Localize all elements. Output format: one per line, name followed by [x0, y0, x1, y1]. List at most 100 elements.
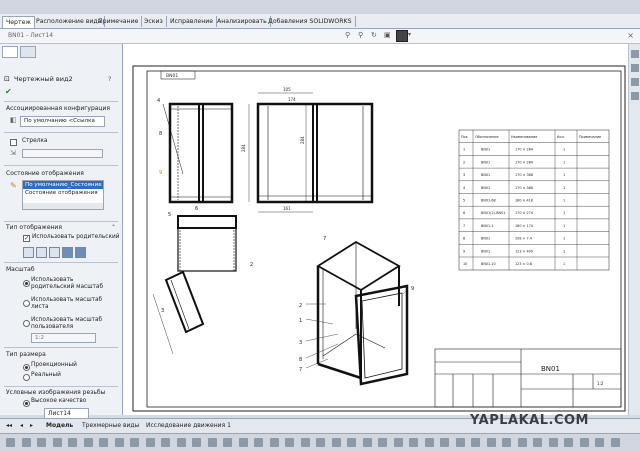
shaded-icon[interactable] [75, 247, 86, 258]
taskbar-app-icon[interactable] [207, 438, 217, 447]
feature-tree-tab-icon[interactable] [20, 46, 36, 58]
taskbar-app-icon[interactable] [378, 438, 387, 447]
display-state-item-default[interactable]: По умолчанию_Состояние [23, 181, 103, 189]
scale-parent-radio[interactable] [23, 280, 30, 287]
collapse-icon[interactable]: ⌃ [111, 224, 116, 231]
taskbar-app-icon[interactable] [409, 438, 418, 447]
close-icon[interactable]: × [627, 31, 634, 40]
dim-height-mid[interactable]: 284 [300, 136, 305, 144]
list-scrollbar[interactable] [23, 203, 103, 209]
taskbar-app-icon[interactable] [6, 438, 15, 447]
dim-height-left[interactable]: 284 [241, 144, 246, 152]
taskbar-app-icon[interactable] [471, 438, 480, 447]
thread-high-radio[interactable] [23, 400, 30, 407]
hidden-visible-icon[interactable] [36, 247, 47, 258]
taskbar-app-icon[interactable] [331, 438, 341, 447]
taskbar-app-icon[interactable] [192, 438, 201, 447]
scale-sheet-radio[interactable] [23, 300, 30, 307]
taskbar-app-icon[interactable] [393, 438, 403, 447]
taskbar-app-icon[interactable] [145, 438, 155, 447]
tab-solidworks-addins[interactable]: Добавления SOLIDWORKS [265, 16, 356, 27]
display-style-icon[interactable] [396, 30, 408, 42]
display-state-item-2[interactable]: Состояние отображения [23, 189, 103, 197]
taskbar-app-icon[interactable] [238, 438, 248, 447]
task-pane-palette-icon[interactable] [631, 92, 639, 100]
taskbar-app-icon[interactable] [362, 438, 372, 447]
taskbar-app-icon[interactable] [254, 438, 263, 447]
task-pane-explorer-icon[interactable] [631, 78, 639, 86]
taskbar-app-icon[interactable] [564, 438, 573, 447]
tab-3d-views[interactable]: Трехмерные виды [82, 422, 139, 429]
property-manager-tab-icon[interactable] [2, 46, 18, 58]
scale-input[interactable]: 1:2 [31, 333, 96, 343]
dim-width-top[interactable]: 105 [283, 87, 291, 92]
task-pane-home-icon[interactable] [631, 50, 639, 58]
taskbar-app-icon[interactable] [533, 438, 542, 447]
taskbar-app-icon[interactable] [130, 438, 139, 447]
tab-model[interactable]: Модель [46, 422, 73, 429]
balloon-2a: 2 [250, 262, 253, 268]
shaded-edges-icon[interactable] [62, 247, 73, 258]
nav-first-icon[interactable]: ◂◂ [6, 422, 12, 429]
taskbar-app-icon[interactable] [21, 438, 31, 447]
tab-evaluate[interactable]: Исправление [167, 16, 218, 27]
taskbar-app-icon[interactable] [161, 438, 170, 447]
wireframe-icon[interactable] [23, 247, 34, 258]
display-state-list[interactable]: По умолчанию_Состояние Состояние отображ… [22, 180, 104, 210]
taskbar-app-icon[interactable] [176, 438, 186, 447]
nav-prev-icon[interactable]: ◂ [20, 422, 23, 429]
drawing-sheet[interactable]: ВN01 105 174 284 284 161 4 8 9 5 6 2 3 7… [123, 44, 628, 415]
taskbar-app-icon[interactable] [424, 438, 434, 447]
taskbar-app-icon[interactable] [223, 438, 232, 447]
tab-drawing[interactable]: Чертеж [2, 16, 35, 28]
help-icon[interactable]: ? [108, 75, 111, 83]
arrow-checkbox[interactable] [10, 139, 17, 146]
scale-user-radio[interactable] [23, 320, 30, 327]
taskbar-app-icon[interactable] [37, 438, 46, 447]
chevron-down-icon[interactable]: ▾ [408, 31, 411, 38]
ok-check-icon[interactable]: ✔ [5, 87, 12, 96]
spec-cell-name: 170 × 274 [515, 211, 533, 215]
dim-real-radio[interactable] [23, 374, 30, 381]
taskbar-app-icon[interactable] [68, 438, 77, 447]
tab-annotation[interactable]: Примечание [95, 16, 143, 27]
drawing-canvas[interactable]: ВN01 105 174 284 284 161 4 8 9 5 6 2 3 7… [123, 44, 628, 415]
taskbar-app-icon[interactable] [300, 438, 310, 447]
use-parent-style-checkbox[interactable]: ✓ [23, 235, 30, 242]
section-view-icon[interactable]: ▣ [384, 31, 391, 39]
taskbar-app-icon[interactable] [486, 438, 496, 447]
taskbar-app-icon[interactable] [579, 438, 589, 447]
dim-proj-radio[interactable] [23, 364, 30, 371]
task-pane-library-icon[interactable] [631, 64, 639, 72]
taskbar-app-icon[interactable] [548, 438, 558, 447]
dim-width-bottom[interactable]: 161 [283, 206, 291, 211]
zoom-icon[interactable]: ⚲ [345, 31, 350, 39]
arrow-field[interactable] [22, 149, 103, 158]
taskbar-app-icon[interactable] [99, 438, 108, 447]
zoom-area-icon[interactable]: ⚲ [358, 31, 363, 39]
tab-motion-study[interactable]: Исследование движения 1 [146, 422, 231, 429]
balloon-3a: 3 [161, 308, 164, 314]
previous-view-icon[interactable]: ↻ [371, 31, 377, 39]
taskbar-app-icon[interactable] [502, 438, 511, 447]
scale-header: Масштаб [6, 266, 35, 273]
taskbar-app-icon[interactable] [455, 438, 465, 447]
panel-tabs [2, 46, 38, 60]
taskbar-app-icon[interactable] [269, 438, 279, 447]
tab-sketch[interactable]: Эскиз [141, 16, 167, 27]
taskbar-app-icon[interactable] [114, 438, 124, 447]
dim-width-top2[interactable]: 174 [288, 97, 296, 102]
taskbar-app-icon[interactable] [595, 438, 604, 447]
taskbar-app-icon[interactable] [517, 438, 527, 447]
taskbar-app-icon[interactable] [610, 438, 620, 447]
taskbar-app-icon[interactable] [52, 438, 62, 447]
taskbar-app-icon[interactable] [347, 438, 356, 447]
nav-next-icon[interactable]: ▸ [30, 422, 33, 429]
taskbar-app-icon[interactable] [285, 438, 294, 447]
tab-analyze[interactable]: Анализировать [214, 16, 271, 27]
taskbar-app-icon[interactable] [440, 438, 449, 447]
hidden-removed-icon[interactable] [49, 247, 60, 258]
taskbar-app-icon[interactable] [316, 438, 325, 447]
config-select[interactable]: По умолчанию <Ссылка [20, 116, 105, 127]
taskbar-app-icon[interactable] [83, 438, 93, 447]
